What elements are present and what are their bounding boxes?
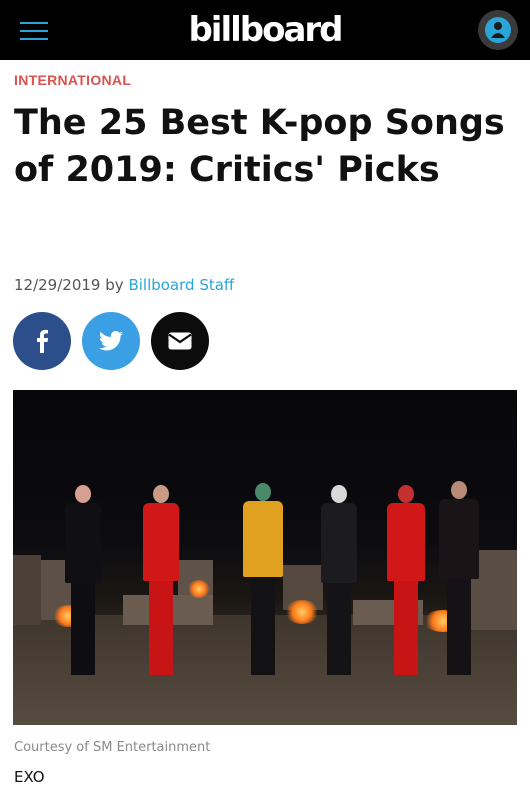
email-icon bbox=[168, 332, 192, 350]
email-share-button[interactable] bbox=[151, 312, 209, 370]
account-button[interactable] bbox=[478, 10, 518, 50]
article-photo bbox=[13, 390, 517, 725]
billboard-logo[interactable]: billboard bbox=[0, 10, 530, 50]
article-title: The 25 Best K-pop Songs of 2019: Critics… bbox=[14, 103, 505, 190]
photo-caption: EXO bbox=[14, 768, 45, 786]
site-header: billboard bbox=[0, 0, 530, 60]
byline-by: by bbox=[105, 276, 124, 294]
publish-date: 12/29/2019 bbox=[14, 276, 101, 294]
article-category[interactable]: INTERNATIONAL bbox=[14, 72, 131, 88]
twitter-share-button[interactable] bbox=[82, 312, 140, 370]
facebook-icon bbox=[37, 329, 49, 353]
user-icon bbox=[491, 22, 505, 38]
facebook-share-button[interactable] bbox=[13, 312, 71, 370]
article-byline: 12/29/2019 by Billboard Staff bbox=[14, 276, 234, 294]
photo-credit: Courtesy of SM Entertainment bbox=[14, 740, 211, 755]
twitter-icon bbox=[99, 331, 123, 351]
author-link[interactable]: Billboard Staff bbox=[128, 276, 234, 294]
